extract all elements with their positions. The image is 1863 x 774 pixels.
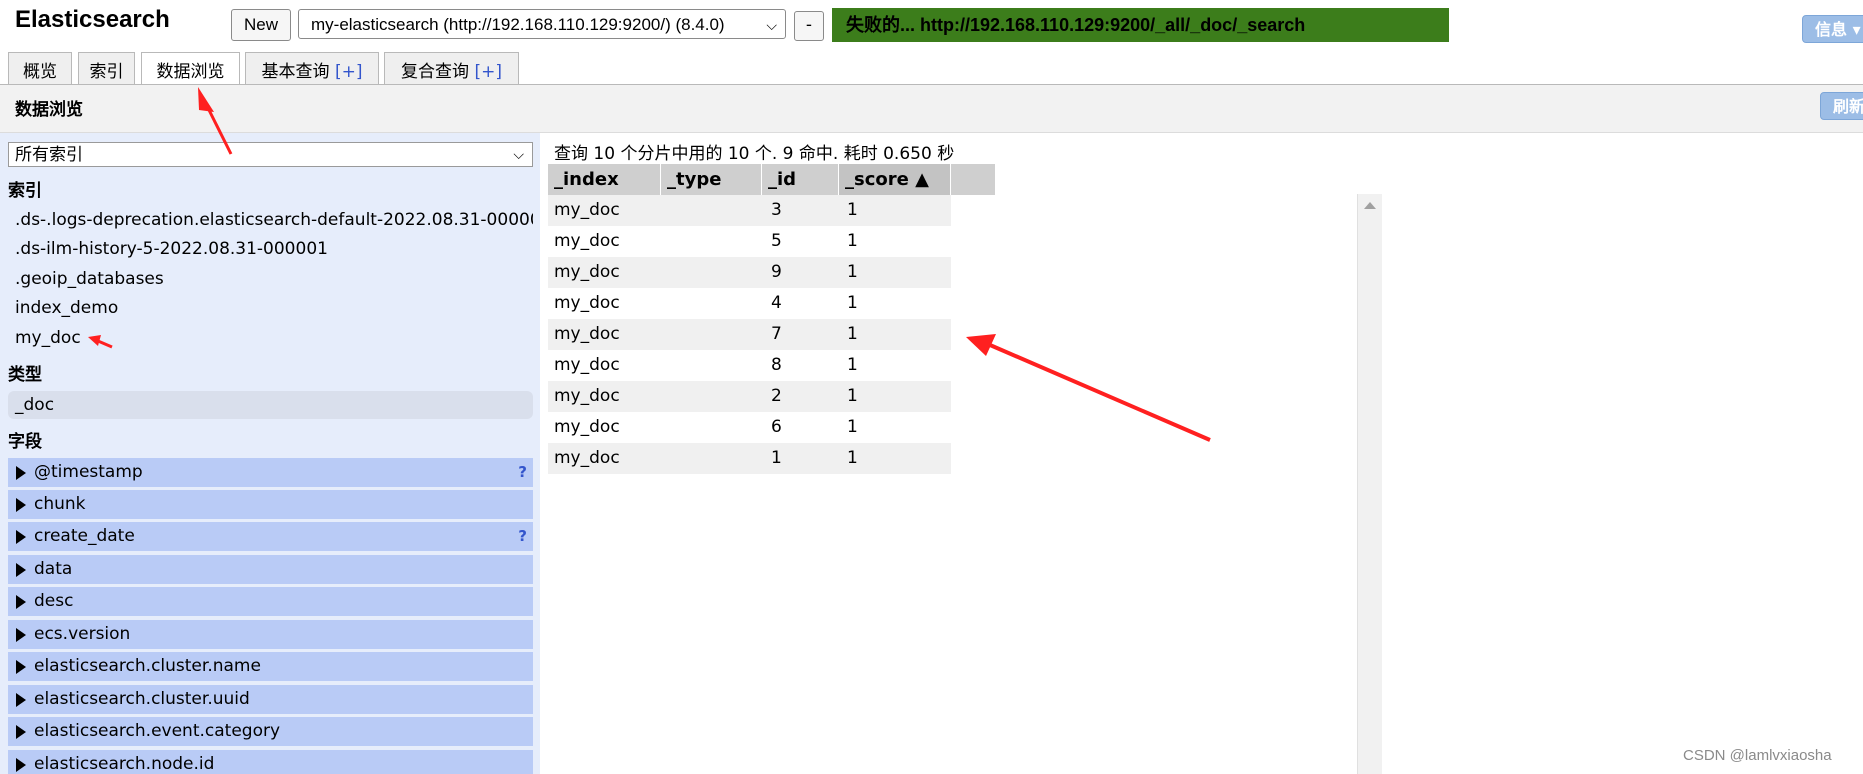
annotation-arrows xyxy=(88,87,1211,442)
watermark: CSDN @lamlvxiaosha xyxy=(1683,747,1832,764)
annotation-arrow-results xyxy=(966,334,1211,442)
annotation-arrow-tab xyxy=(198,87,233,155)
annotation-arrow-index xyxy=(88,335,113,349)
